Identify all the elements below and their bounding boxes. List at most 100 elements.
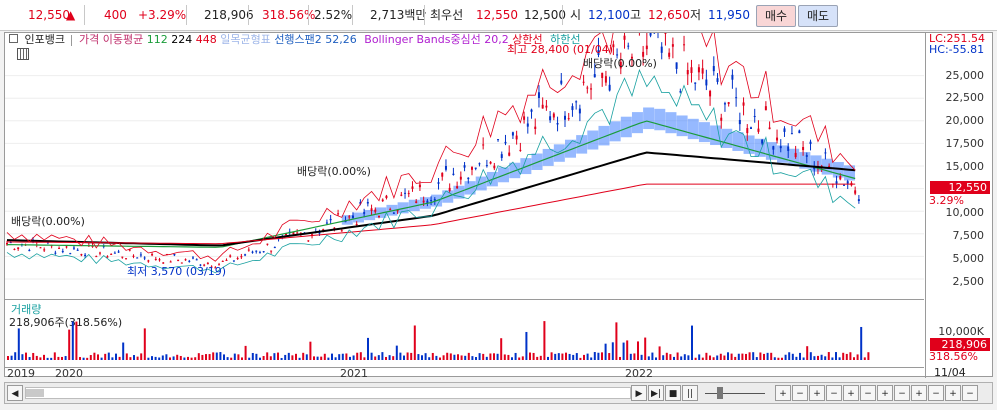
volume-bar <box>550 352 553 360</box>
candle <box>753 115 756 117</box>
volume-bar <box>655 357 657 360</box>
candle <box>143 257 146 259</box>
volume-bar <box>338 354 341 360</box>
zoom-minus-icon[interactable]: − <box>962 385 978 401</box>
volume-bar <box>305 354 308 360</box>
candle <box>564 115 566 120</box>
candle <box>571 106 574 111</box>
candle <box>456 186 459 189</box>
volume-bar <box>849 352 852 360</box>
volume-bar <box>799 352 801 360</box>
dividend-annotation-2019: 배당락(0.00%) <box>11 215 85 228</box>
buy-button[interactable]: 매수 <box>756 5 796 27</box>
candle <box>664 33 667 34</box>
candle <box>441 172 444 177</box>
volume-bar <box>75 321 78 360</box>
scroll-left-icon[interactable]: ◀ <box>7 385 23 401</box>
volume-bar <box>68 329 71 360</box>
volume-bar <box>381 352 384 360</box>
candle <box>683 44 686 46</box>
candle <box>593 74 596 78</box>
candle <box>225 259 228 261</box>
high-marker: 최고 28,400 (01/04) <box>507 43 614 56</box>
x-tick-label: 2021 <box>340 367 368 380</box>
zoom-plus-icon[interactable]: + <box>843 385 859 401</box>
volume-bar <box>539 355 542 360</box>
volume-bar <box>579 357 582 360</box>
volume-bar <box>226 357 229 360</box>
zoom-minus-icon[interactable]: − <box>826 385 842 401</box>
volume-bar <box>658 346 661 360</box>
volume-chart-svg <box>7 321 870 360</box>
candle <box>240 256 243 258</box>
volume-bar <box>439 357 441 360</box>
candle <box>76 249 79 251</box>
volume-bar <box>14 352 17 360</box>
volume-bar <box>93 352 96 360</box>
volume-bar <box>788 352 791 360</box>
y-tick-label: 25,000 <box>945 69 985 82</box>
volume-bar <box>428 357 431 360</box>
volume-bar <box>838 357 841 360</box>
volume-bar <box>356 352 359 360</box>
volume-bar <box>475 357 477 360</box>
zoom-plus-icon[interactable]: + <box>877 385 893 401</box>
volume-bar <box>435 355 438 360</box>
volume-bar <box>233 353 236 360</box>
candle <box>798 130 801 134</box>
candle <box>54 252 57 254</box>
volume-bar <box>608 353 611 360</box>
sell-button[interactable]: 매도 <box>798 5 838 27</box>
volume-bar <box>856 354 859 360</box>
volume-bar <box>561 353 564 360</box>
candle <box>705 79 708 86</box>
volume-pane[interactable]: 거래량 218,906주(318.56%) <box>5 299 924 368</box>
volume-bar <box>104 353 107 360</box>
candle <box>623 35 626 40</box>
zoom-slider-track[interactable] <box>705 393 765 394</box>
zoom-slider-knob[interactable] <box>717 387 723 399</box>
zoom-minus-icon[interactable]: − <box>894 385 910 401</box>
volume-bar <box>485 356 488 360</box>
candle <box>523 116 526 120</box>
candle <box>28 250 31 252</box>
zoom-minus-icon[interactable]: − <box>928 385 944 401</box>
candle <box>385 195 388 199</box>
zoom-plus-icon[interactable]: + <box>911 385 927 401</box>
volume-bar <box>349 356 351 360</box>
candle <box>437 182 440 184</box>
volume: 218,906 <box>204 8 254 22</box>
candle <box>645 45 648 50</box>
volume-bar <box>773 357 776 360</box>
zoom-plus-icon[interactable]: + <box>945 385 961 401</box>
volume-bar <box>100 357 103 360</box>
scroll-end-icon[interactable]: ▶| <box>648 385 664 401</box>
scroll-thumb[interactable] <box>26 389 44 397</box>
candle <box>415 201 418 203</box>
scroll-track[interactable] <box>25 387 631 399</box>
volume-bar <box>698 354 701 360</box>
candle <box>504 141 507 144</box>
zoom-out-icon[interactable]: − <box>792 385 808 401</box>
candle <box>537 92 540 98</box>
stock-chart[interactable]: 인포뱅크 가격 이동평균 112 224 448 일목균형표 선행스팬2 52,… <box>4 32 993 380</box>
candle <box>154 258 157 260</box>
zoom-minus-icon[interactable]: − <box>860 385 876 401</box>
volume-bar <box>284 354 287 360</box>
volume-bar <box>518 357 521 360</box>
volume-bar <box>543 321 546 360</box>
low-label: 저 <box>690 8 702 22</box>
price-pane[interactable]: 인포뱅크 가격 이동평균 112 224 448 일목균형표 선행스팬2 52,… <box>5 33 924 298</box>
volume-bar <box>86 357 89 360</box>
stop-icon[interactable]: ■ <box>665 385 681 401</box>
hc-label: HC:-55.81 <box>929 43 985 56</box>
volume-bar <box>129 357 132 360</box>
zoom-plus-icon[interactable]: + <box>809 385 825 401</box>
chart-scroll-bar[interactable]: ◀ ▶ ▶| ■ || + − + − + − + − + − + − <box>4 382 993 404</box>
volume-bar <box>565 352 567 360</box>
scroll-right-icon[interactable]: ▶ <box>631 385 647 401</box>
candle <box>723 103 726 105</box>
zoom-in-icon[interactable]: + <box>775 385 791 401</box>
pause-icon[interactable]: || <box>682 385 698 401</box>
candle <box>716 78 719 82</box>
